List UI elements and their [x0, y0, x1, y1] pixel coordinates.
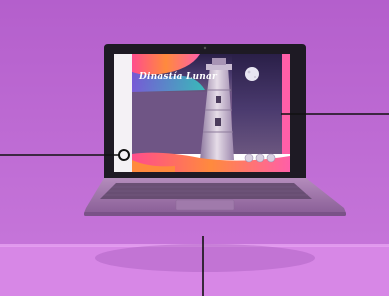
nav-dot-3[interactable] [266, 153, 276, 163]
nav-dot-1[interactable] [244, 153, 254, 163]
trackpad[interactable] [175, 199, 235, 211]
moon-icon [245, 67, 259, 81]
webcam-icon [203, 46, 207, 50]
slide-title: Dinastía Lunar [139, 72, 217, 82]
nav-dot-2[interactable] [255, 153, 265, 163]
laptop-front-edge [84, 212, 346, 216]
laptop-scene [0, 0, 389, 296]
laptop-shadow [95, 244, 315, 272]
right-pink-strip [282, 54, 290, 154]
